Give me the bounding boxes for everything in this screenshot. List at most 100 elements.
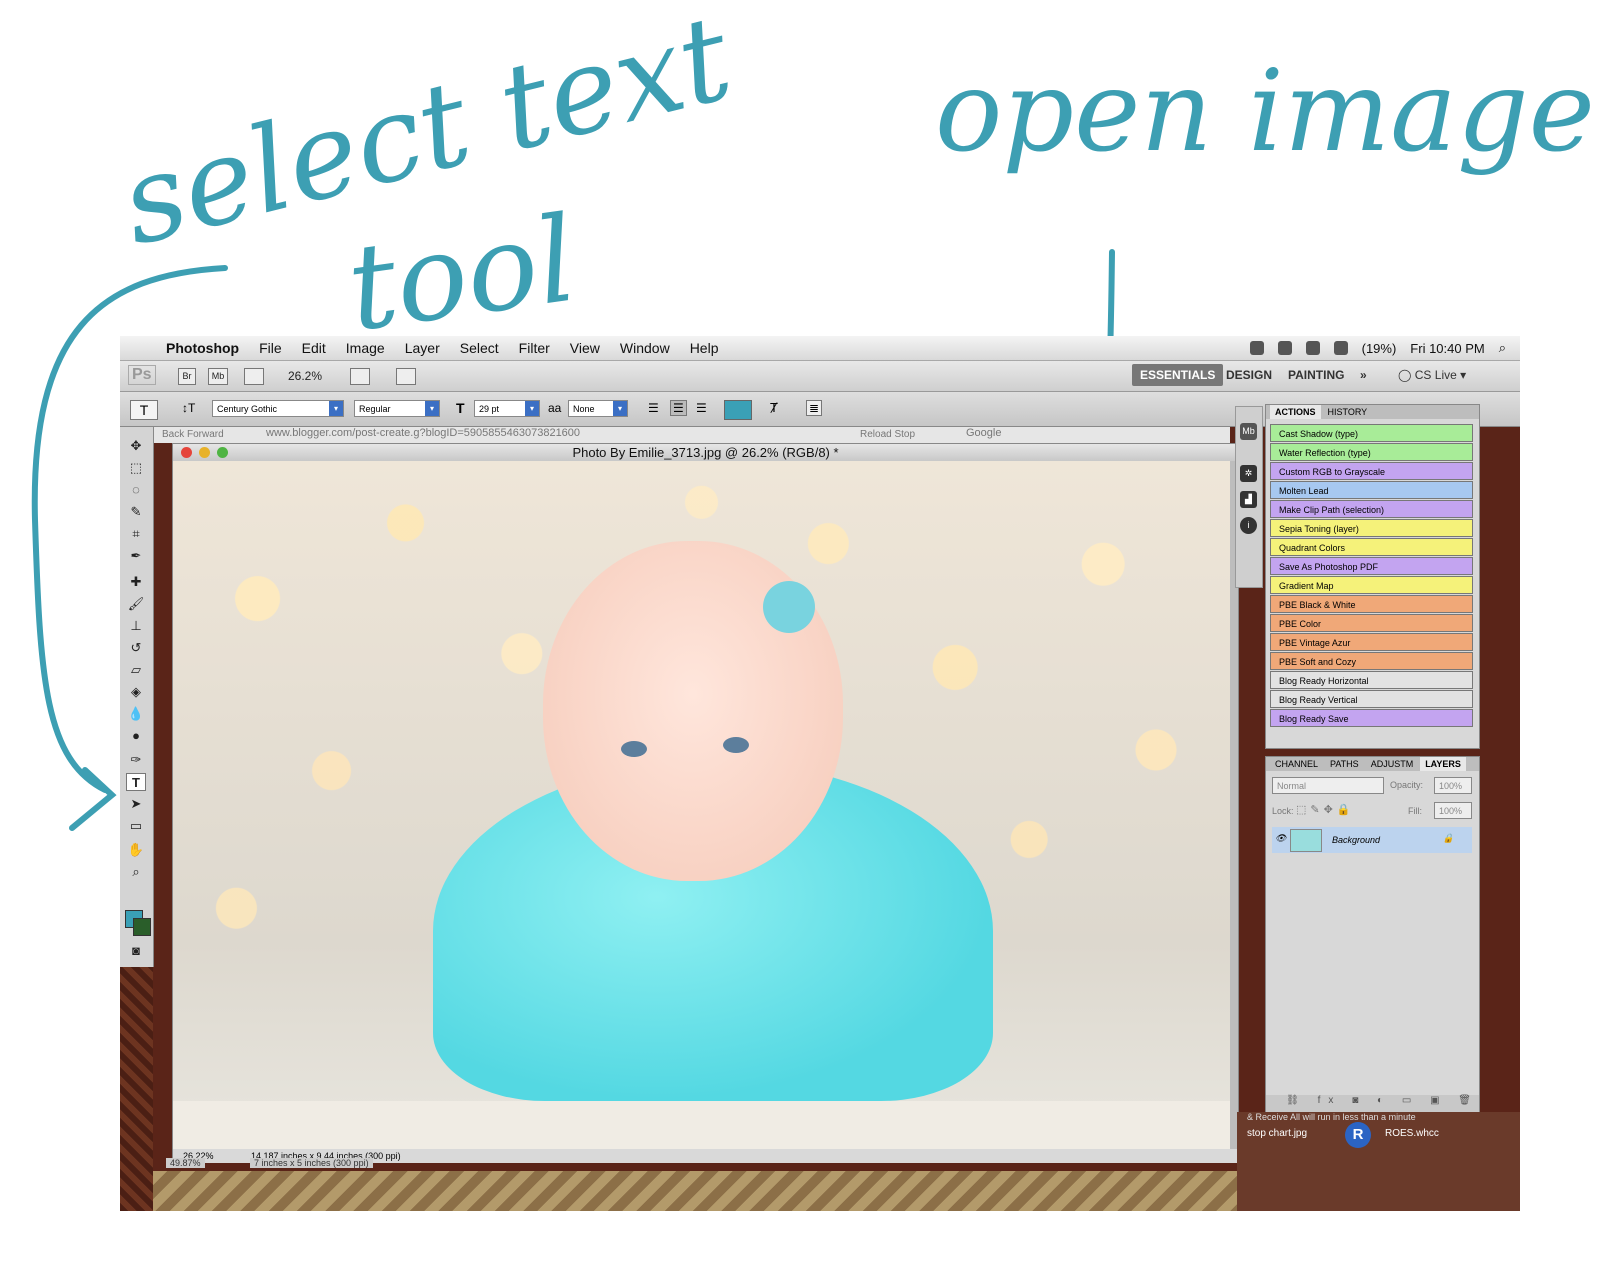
workspace-painting[interactable]: PAINTING <box>1288 364 1344 386</box>
clone-stamp-icon[interactable]: ⊥ <box>126 617 146 635</box>
app-menu[interactable]: Photoshop <box>166 340 239 356</box>
arrange-documents-icon[interactable] <box>350 368 370 385</box>
menu-view[interactable]: View <box>570 340 600 356</box>
document-canvas[interactable] <box>173 461 1230 1149</box>
mini-bridge-icon[interactable]: Mb <box>208 368 228 385</box>
tab-paths[interactable]: PATHS <box>1325 757 1364 771</box>
action-item[interactable]: Blog Ready Vertical <box>1270 690 1473 708</box>
minimize-window-icon[interactable] <box>199 447 210 458</box>
wifi-icon[interactable] <box>1305 341 1320 355</box>
tab-layers[interactable]: LAYERS <box>1420 757 1466 771</box>
mini-bridge-panel-icon[interactable]: Mb <box>1240 423 1257 440</box>
blur-tool-icon[interactable]: 💧 <box>126 705 146 723</box>
action-item[interactable]: Gradient Map <box>1270 576 1473 594</box>
pen-tool-icon[interactable]: ✑ <box>126 751 146 769</box>
menu-select[interactable]: Select <box>460 340 499 356</box>
tool-preset-picker[interactable]: T <box>130 400 158 420</box>
text-color-swatch[interactable] <box>724 400 752 420</box>
font-size-select[interactable]: 29 pt ▾ <box>474 400 540 417</box>
menu-filter[interactable]: Filter <box>519 340 550 356</box>
layers-footer-icons[interactable]: ⛓ fx ◙ ◐ ▭ ▣ 🗑 <box>1266 1095 1479 1113</box>
action-item[interactable]: Molten Lead <box>1270 481 1473 499</box>
bridge-icon[interactable]: Br <box>178 368 196 385</box>
action-item[interactable]: Cast Shadow (type) <box>1270 424 1473 442</box>
action-item[interactable]: PBE Black & White <box>1270 595 1473 613</box>
dropbox-icon[interactable] <box>1249 341 1264 355</box>
character-panel-icon[interactable]: ≣ <box>806 400 823 416</box>
crop-tool-icon[interactable]: ⌗ <box>126 525 146 543</box>
tab-adjustments[interactable]: ADJUSTM <box>1366 757 1419 771</box>
warp-text-icon[interactable]: Ⱦ <box>770 400 778 415</box>
eyedropper-tool-icon[interactable]: ✒ <box>126 547 146 565</box>
font-family-select[interactable]: Century Gothic ▾ <box>212 400 344 417</box>
spotlight-icon[interactable]: ⌕ <box>1499 340 1506 356</box>
move-tool-icon[interactable]: ✥ <box>126 437 146 455</box>
align-center-icon[interactable]: ☰ <box>670 400 687 416</box>
volume-icon[interactable] <box>1333 341 1348 355</box>
info-icon[interactable]: i <box>1240 517 1257 534</box>
brush-tool-icon[interactable]: 🖌 <box>126 595 146 613</box>
text-orientation-icon[interactable]: ↕T <box>182 401 195 415</box>
browser-search[interactable]: Google <box>966 427 1001 439</box>
path-select-icon[interactable]: ➤ <box>126 795 146 813</box>
dodge-tool-icon[interactable]: ● <box>126 727 146 745</box>
action-item[interactable]: Blog Ready Save <box>1270 709 1473 727</box>
browser-url[interactable]: www.blogger.com/post-create.g?blogID=590… <box>266 427 580 439</box>
workspace-essentials[interactable]: ESSENTIALS <box>1132 364 1224 386</box>
action-item[interactable]: Make Clip Path (selection) <box>1270 500 1473 518</box>
layer-row-background[interactable]: 👁 Background 🔒 <box>1272 827 1472 853</box>
align-left-icon[interactable]: ☰ <box>648 401 659 415</box>
eraser-tool-icon[interactable]: ▱ <box>126 661 146 679</box>
menu-image[interactable]: Image <box>346 340 385 356</box>
fill-field[interactable]: 100% <box>1434 802 1472 819</box>
battery-percent[interactable]: (19%) <box>1362 341 1397 356</box>
cs-live-button[interactable]: ◯ CS Live ▾ <box>1398 364 1466 386</box>
antialias-select[interactable]: None ▾ <box>568 400 628 417</box>
action-item[interactable]: PBE Soft and Cozy <box>1270 652 1473 670</box>
shape-tool-icon[interactable]: ▭ <box>126 817 146 835</box>
action-item[interactable]: Quadrant Colors <box>1270 538 1473 556</box>
paint-bucket-icon[interactable]: ◈ <box>126 683 146 701</box>
tab-history[interactable]: HISTORY <box>1323 405 1373 419</box>
tab-channels[interactable]: CHANNEL <box>1270 757 1323 771</box>
menu-window[interactable]: Window <box>620 340 670 356</box>
more-workspaces-icon[interactable]: » <box>1360 364 1367 386</box>
tab-actions[interactable]: ACTIONS <box>1270 405 1321 419</box>
blend-mode-select[interactable]: Normal <box>1272 777 1384 794</box>
action-item[interactable]: Custom RGB to Grayscale <box>1270 462 1473 480</box>
align-right-icon[interactable]: ☰ <box>696 401 707 415</box>
healing-brush-icon[interactable]: ✚ <box>126 573 146 591</box>
desktop-file-stop-chart[interactable]: stop chart.jpg <box>1247 1128 1307 1139</box>
action-item[interactable]: Water Reflection (type) <box>1270 443 1473 461</box>
menu-file[interactable]: File <box>259 340 282 356</box>
background-color-swatch[interactable] <box>133 918 151 936</box>
zoom-tool-icon[interactable]: ⌕ <box>126 863 146 881</box>
zoom-level[interactable]: 26.2% <box>288 369 322 383</box>
font-style-select[interactable]: Regular ▾ <box>354 400 440 417</box>
marquee-tool-icon[interactable]: ⬚ <box>126 459 146 477</box>
type-tool-icon[interactable]: T <box>126 773 146 791</box>
hand-tool-icon[interactable]: ✋ <box>126 841 146 859</box>
lock-icons[interactable]: ⬚✎✥🔒 <box>1296 803 1355 816</box>
action-item[interactable]: Sepia Toning (layer) <box>1270 519 1473 537</box>
action-item[interactable]: PBE Vintage Azur <box>1270 633 1473 651</box>
action-item[interactable]: Blog Ready Horizontal <box>1270 671 1473 689</box>
view-extras-icon[interactable] <box>244 368 264 385</box>
menu-help[interactable]: Help <box>690 340 719 356</box>
eye-icon[interactable]: 👁 <box>1275 833 1286 844</box>
menu-edit[interactable]: Edit <box>302 340 326 356</box>
screen-mode-icon[interactable] <box>396 368 416 385</box>
lasso-tool-icon[interactable]: ◌ <box>126 481 146 499</box>
histogram-icon[interactable]: ▟ <box>1240 491 1257 508</box>
browser-back-forward[interactable]: Back Forward <box>162 429 224 440</box>
navigator-icon[interactable]: ✲ <box>1240 465 1257 482</box>
quick-select-tool-icon[interactable]: ✎ <box>126 503 146 521</box>
close-window-icon[interactable] <box>181 447 192 458</box>
workspace-design[interactable]: DESIGN <box>1226 364 1272 386</box>
clock[interactable]: Fri 10:40 PM <box>1410 341 1484 356</box>
layer-name[interactable]: Background <box>1332 835 1380 845</box>
history-brush-icon[interactable]: ↺ <box>126 639 146 657</box>
action-item[interactable]: Save As Photoshop PDF <box>1270 557 1473 575</box>
quick-mask-icon[interactable]: ◙ <box>126 942 146 960</box>
action-item[interactable]: PBE Color <box>1270 614 1473 632</box>
